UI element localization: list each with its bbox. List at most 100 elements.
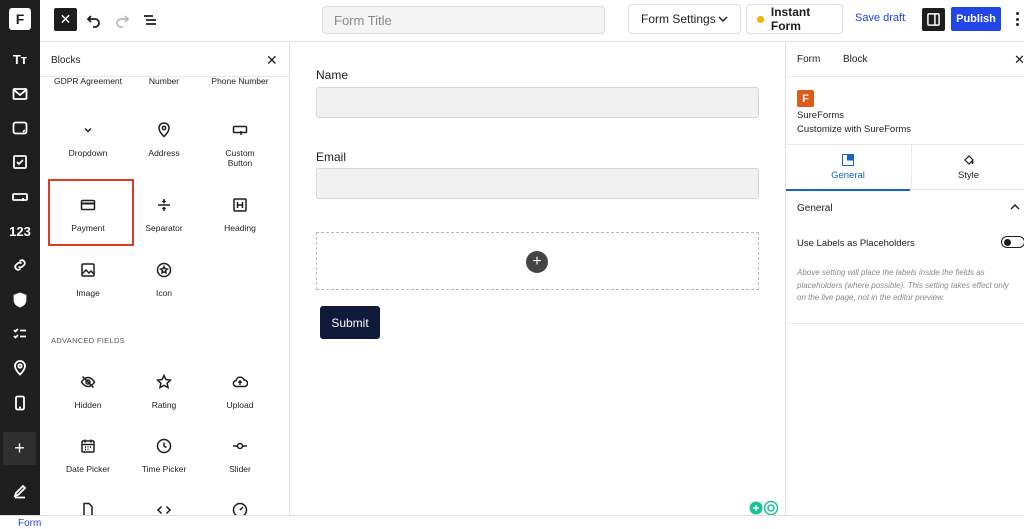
name-field-label: Name bbox=[316, 68, 349, 82]
left-rail: F Tт 123 + bbox=[0, 0, 40, 515]
settings-panel: Form Block ✕ F SureForms Customize with … bbox=[785, 42, 1024, 515]
email-field-label: Email bbox=[316, 150, 347, 164]
sureforms-logo[interactable]: F bbox=[9, 8, 31, 30]
location-icon[interactable] bbox=[0, 357, 40, 379]
close-editor-button[interactable]: ✕ bbox=[54, 8, 77, 31]
heading-icon bbox=[232, 197, 248, 213]
block-more-1[interactable] bbox=[47, 502, 129, 515]
tab-style[interactable]: Style bbox=[911, 145, 1024, 191]
list-view-icon[interactable] bbox=[140, 10, 160, 30]
close-icon[interactable]: ✕ bbox=[1014, 52, 1024, 68]
top-toolbar: ✕ Form Settings Instant Form Save draft … bbox=[40, 0, 1024, 42]
clock-icon bbox=[156, 438, 172, 454]
block-separator[interactable]: Separator bbox=[123, 197, 205, 233]
breadcrumb: Form bbox=[0, 515, 1024, 529]
envelope-icon[interactable] bbox=[0, 83, 40, 105]
tab-general[interactable]: General bbox=[786, 145, 910, 191]
chevron-down-icon bbox=[718, 16, 728, 22]
advanced-fields-heading: ADVANCED FIELDS bbox=[51, 336, 125, 345]
mobile-icon[interactable] bbox=[0, 392, 40, 414]
code-icon bbox=[156, 502, 172, 515]
block-number[interactable]: Number bbox=[123, 76, 205, 86]
form-title-input[interactable] bbox=[322, 6, 605, 34]
more-options-icon[interactable] bbox=[1012, 10, 1022, 28]
button-icon bbox=[232, 122, 248, 138]
block-rating[interactable]: Rating bbox=[123, 373, 205, 410]
block-heading[interactable]: Heading bbox=[199, 197, 281, 233]
location-icon bbox=[156, 122, 172, 138]
plus-icon: + bbox=[14, 438, 25, 458]
block-custom-button[interactable]: Custom Button bbox=[199, 122, 281, 168]
toggle-knob bbox=[1004, 238, 1011, 246]
slider-icon bbox=[232, 438, 248, 454]
file-icon bbox=[80, 502, 96, 515]
sidebar-icon bbox=[927, 13, 940, 26]
tab-form[interactable]: Form bbox=[797, 54, 820, 65]
chevron-up-icon[interactable] bbox=[1010, 202, 1020, 212]
form-canvas: Name Email + Submit bbox=[291, 42, 785, 516]
help-text: Above setting will place the labels insi… bbox=[797, 268, 1009, 302]
blocks-panel-title: Blocks bbox=[51, 55, 81, 66]
typography-icon[interactable]: Tт bbox=[0, 48, 40, 70]
blocks-panel: Blocks ✕ GDPR Agreement Number Phone Num… bbox=[40, 42, 290, 515]
redo-icon[interactable] bbox=[112, 10, 132, 30]
textarea-icon[interactable] bbox=[0, 117, 40, 139]
save-draft-link[interactable]: Save draft bbox=[855, 12, 905, 24]
sureforms-logo: F bbox=[797, 90, 814, 107]
plus-icon[interactable]: + bbox=[526, 251, 548, 273]
general-section: General Use Labels as Placeholders Above… bbox=[786, 190, 1024, 324]
tab-block[interactable]: Block bbox=[843, 54, 867, 65]
block-date-picker[interactable]: Date Picker bbox=[47, 438, 129, 474]
block-more-2[interactable] bbox=[123, 502, 205, 515]
form-settings-button[interactable]: Form Settings bbox=[628, 4, 741, 34]
block-gdpr-agreement[interactable]: GDPR Agreement bbox=[47, 76, 129, 86]
settings-subtabs: General Style bbox=[786, 144, 1024, 191]
block-hidden[interactable]: Hidden bbox=[47, 374, 129, 410]
settings-panel-toggle[interactable] bbox=[922, 8, 945, 31]
number-icon[interactable]: 123 bbox=[0, 220, 40, 242]
block-time-picker[interactable]: Time Picker bbox=[123, 438, 205, 474]
block-dropdown[interactable]: Dropdown bbox=[47, 122, 129, 158]
star-icon bbox=[155, 373, 173, 390]
block-slider[interactable]: Slider bbox=[199, 438, 281, 474]
cloud-upload-icon bbox=[232, 374, 249, 390]
checkbox-icon[interactable] bbox=[0, 151, 40, 173]
paint-bucket-icon bbox=[963, 155, 974, 165]
sureforms-editor: F Tт 123 + ✕ Form Settings Instant Form … bbox=[0, 0, 1024, 529]
breadcrumb-form[interactable]: Form bbox=[18, 518, 41, 529]
block-image[interactable]: Image bbox=[47, 262, 129, 298]
block-payment[interactable]: Payment bbox=[47, 197, 129, 233]
email-field-input[interactable] bbox=[316, 168, 759, 199]
block-more-3[interactable] bbox=[199, 502, 281, 515]
blocks-panel-header: Blocks ✕ bbox=[40, 42, 289, 77]
pen-icon[interactable] bbox=[0, 480, 40, 502]
close-icon[interactable]: ✕ bbox=[266, 52, 278, 69]
instant-form-button[interactable]: Instant Form bbox=[746, 4, 843, 34]
publish-button[interactable]: Publish bbox=[951, 7, 1001, 31]
block-phone-number[interactable]: Phone Number bbox=[199, 76, 281, 86]
block-appender[interactable]: + bbox=[316, 232, 759, 290]
block-upload[interactable]: Upload bbox=[199, 374, 281, 410]
star-circle-icon bbox=[156, 262, 172, 278]
layout-icon bbox=[842, 154, 854, 166]
input-field-icon[interactable] bbox=[0, 186, 40, 208]
shield-icon[interactable] bbox=[0, 289, 40, 311]
submit-button[interactable]: Submit bbox=[320, 306, 380, 339]
add-block-button[interactable]: + bbox=[3, 432, 36, 465]
gauge-icon bbox=[232, 502, 248, 515]
block-icon[interactable]: Icon bbox=[123, 262, 205, 298]
grammarly-icon[interactable] bbox=[748, 500, 784, 516]
sureforms-brand: F SureForms Customize with SureForms bbox=[797, 90, 911, 135]
link-icon[interactable] bbox=[0, 254, 40, 276]
settings-tabs: Form Block ✕ bbox=[786, 42, 1024, 77]
separator-icon bbox=[156, 197, 172, 213]
eye-off-icon bbox=[80, 374, 96, 390]
checklist-icon[interactable] bbox=[0, 323, 40, 345]
credit-card-icon bbox=[80, 197, 96, 213]
name-field-input[interactable] bbox=[316, 87, 759, 118]
undo-icon[interactable] bbox=[84, 10, 104, 30]
block-address[interactable]: Address bbox=[123, 122, 205, 158]
labels-as-placeholders-toggle[interactable] bbox=[1001, 236, 1024, 248]
calendar-icon bbox=[80, 438, 96, 454]
image-icon bbox=[80, 262, 96, 278]
